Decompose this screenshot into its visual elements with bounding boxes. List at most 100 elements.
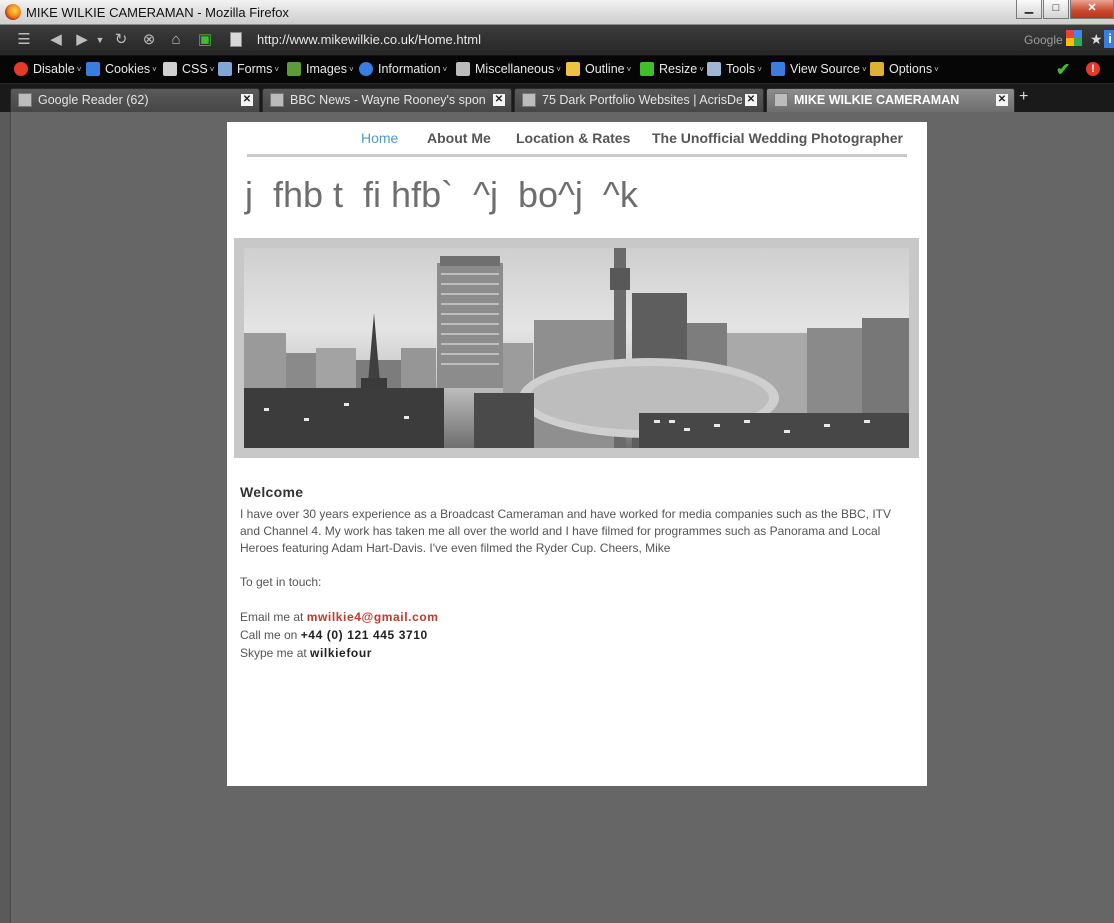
tab-label: MIKE WILKIE CAMERAMAN (794, 93, 960, 107)
chevron-down-icon: ˅ (274, 64, 280, 74)
view-source-icon (771, 62, 785, 76)
devbar-images-menu[interactable]: Images ˅ (287, 62, 354, 76)
devbar-item-label: Miscellaneous (475, 62, 555, 76)
disable-icon (14, 62, 28, 76)
skype-name: wilkiefour (310, 646, 373, 660)
tab-bbc-news[interactable]: BBC News - Wayne Rooney's spons... ✕ (262, 88, 512, 112)
new-tab-button[interactable]: + (1019, 88, 1028, 106)
skyline-illustration (244, 248, 909, 448)
devbar-item-label: Images (306, 62, 347, 76)
devbar-item-label: View Source (790, 62, 860, 76)
close-window-button[interactable]: ✕ (1070, 0, 1114, 19)
search-engine-label[interactable]: Google (1024, 33, 1063, 47)
tab-label: BBC News - Wayne Rooney's spons... (290, 93, 485, 107)
devbar-item-label: Disable (33, 62, 75, 76)
chevron-down-icon: ˅ (626, 64, 632, 74)
phone-number: +44 (0) 121 445 3710 (300, 628, 428, 642)
devbar-cookies-menu[interactable]: Cookies ˅ (86, 62, 157, 76)
devbar-outline-menu[interactable]: Outline ˅ (566, 62, 631, 76)
site-header-title: j fhb t fi hfb` ^j bo^j ^k (245, 174, 638, 215)
get-in-touch-text: To get in touch: (240, 575, 322, 589)
devbar-item-label: Cookies (105, 62, 151, 76)
devbar-tools-menu[interactable]: Tools ˅ (707, 62, 762, 76)
tab-close-icon[interactable]: ✕ (745, 94, 757, 106)
page-icon (230, 32, 242, 47)
tab-google-reader[interactable]: Google Reader (62) ✕ (10, 88, 260, 112)
tab-close-icon[interactable]: ✕ (493, 94, 505, 106)
nav-wedding-photographer-link[interactable]: The Unofficial Wedding Photographer (652, 130, 903, 146)
chevron-down-icon: ˅ (757, 64, 762, 74)
chevron-down-icon: ˅ (556, 64, 561, 74)
tools-icon (707, 62, 721, 76)
reload-icon[interactable]: ↻ (111, 31, 131, 49)
validation-check-icon[interactable]: ✔ (1056, 60, 1070, 80)
chevron-down-icon: ˅ (76, 64, 82, 74)
stop-icon[interactable]: ⊗ (139, 31, 159, 49)
error-icon[interactable]: ! (1086, 62, 1100, 76)
chevron-down-icon: ˅ (861, 64, 867, 74)
nav-location-rates-link[interactable]: Location & Rates (516, 130, 630, 146)
window-controls: ▁ □ ✕ (1015, 0, 1114, 21)
options-icon (870, 62, 884, 76)
nav-about-me-link[interactable]: About Me (427, 130, 491, 146)
images-icon (287, 62, 301, 76)
tab-close-icon[interactable]: ✕ (241, 94, 253, 106)
nav-home-link[interactable]: Home (361, 130, 398, 146)
information-icon (359, 62, 373, 76)
addon-icon[interactable]: ▣ (195, 31, 215, 49)
outline-icon (566, 62, 580, 76)
google-icon[interactable] (1066, 30, 1082, 46)
info-icon[interactable]: i (1104, 30, 1114, 48)
chevron-down-icon: ˅ (442, 64, 448, 74)
devbar-css-menu[interactable]: CSS ˅ (163, 62, 214, 76)
main-content: Welcome I have over 30 years experience … (240, 484, 910, 662)
devbar-item-label: CSS (182, 62, 208, 76)
devbar-item-label: Outline (585, 62, 625, 76)
chevron-down-icon: ˅ (209, 64, 215, 74)
google-reader-favicon-icon (18, 93, 32, 107)
back-icon[interactable]: ◀ (46, 31, 66, 49)
devbar-information-menu[interactable]: Information ˅ (359, 62, 447, 76)
bookmark-star-icon[interactable]: ★ (1090, 31, 1103, 48)
menu-button[interactable]: ☰ (14, 31, 34, 49)
devbar-forms-menu[interactable]: Forms ˅ (218, 62, 279, 76)
history-dropdown-icon[interactable]: ▼ (90, 31, 110, 49)
devbar-item-label: Information (378, 62, 441, 76)
maximize-button[interactable]: □ (1043, 0, 1069, 19)
minimize-button[interactable]: ▁ (1016, 0, 1042, 19)
tab-dark-portfolio[interactable]: 75 Dark Portfolio Websites | AcrisDes...… (514, 88, 764, 112)
chevron-down-icon: ˅ (349, 64, 354, 74)
miscellaneous-icon (456, 62, 470, 76)
tab-close-icon[interactable]: ✕ (996, 94, 1008, 106)
devbar-disable-menu[interactable]: Disable ˅ (14, 62, 81, 76)
devbar-options-menu[interactable]: Options ˅ (870, 62, 939, 76)
welcome-heading: Welcome (240, 484, 304, 500)
chevron-down-icon: ˅ (699, 64, 704, 74)
email-prefix: Email me at (240, 610, 307, 624)
url-text[interactable]: http://www.mikewilkie.co.uk/Home.html (257, 29, 481, 51)
window-titlebar: MIKE WILKIE CAMERAMAN - Mozilla Firefox … (0, 0, 1114, 25)
forms-icon (218, 62, 232, 76)
chevron-down-icon: ˅ (934, 64, 939, 74)
devbar-view-source-menu[interactable]: View Source ˅ (771, 62, 867, 76)
forward-icon[interactable]: ▶ (72, 31, 92, 49)
devbar-item-label: Options (889, 62, 933, 76)
page-favicon-icon (522, 93, 536, 107)
site-navigation: Home About Me Location & Rates The Unoff… (247, 122, 907, 157)
web-page: Home About Me Location & Rates The Unoff… (227, 122, 927, 786)
sidebar-stripe (0, 112, 11, 923)
home-icon[interactable]: ⌂ (166, 31, 186, 49)
devbar-item-label: Forms (237, 62, 273, 76)
window-title: MIKE WILKIE CAMERAMAN - Mozilla Firefox (26, 5, 289, 20)
tab-mike-wilkie[interactable]: MIKE WILKIE CAMERAMAN ✕ (766, 88, 1015, 112)
devbar-resize-menu[interactable]: Resize ˅ (640, 62, 704, 76)
tab-label: 75 Dark Portfolio Websites | AcrisDes... (542, 93, 742, 107)
address-bar[interactable]: http://www.mikewilkie.co.uk/Home.html (224, 29, 1014, 51)
devbar-item-label: Tools (726, 62, 756, 76)
devbar-miscellaneous-menu[interactable]: Miscellaneous ˅ (456, 62, 561, 76)
email-link[interactable]: mwilkie4@gmail.com (307, 610, 439, 624)
cookies-icon (86, 62, 100, 76)
resize-icon (640, 62, 654, 76)
skype-prefix: Skype me at (240, 646, 311, 660)
email-line: Email me at mwilkie4@gmail.com (240, 608, 910, 626)
